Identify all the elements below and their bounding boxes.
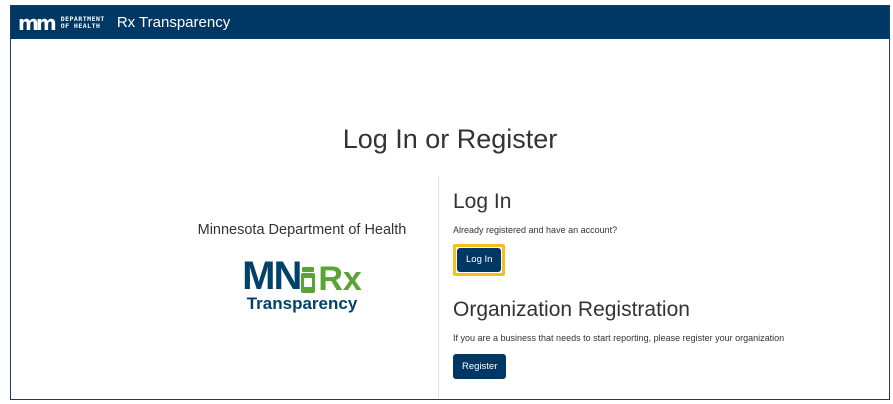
app-title[interactable]: Rx Transparency	[117, 14, 230, 31]
header-bar: m m DEPARTMENT OF HEALTH Rx Transparency	[11, 6, 889, 39]
register-button[interactable]: Register	[453, 354, 507, 379]
department-panel: Minnesota Department of Health MN Rx Tra…	[171, 222, 433, 314]
mn-rx-logo-top: MN Rx	[237, 256, 367, 296]
mn-rx-transparency-logo: MN Rx Transparency	[237, 256, 367, 314]
login-button-focus-ring: Log In	[453, 244, 506, 276]
registration-title: Organization Registration	[453, 298, 690, 321]
login-button[interactable]: Log In	[457, 248, 502, 272]
auth-panel: Log In Already registered and have an ac…	[453, 190, 883, 379]
mn-logo-mark-2: m	[35, 10, 57, 35]
login-section: Log In Already registered and have an ac…	[453, 190, 883, 276]
mn-rx-logo-rx: Rx	[318, 260, 362, 298]
login-description: Already registered and have an account?	[453, 225, 618, 235]
page-frame: m m DEPARTMENT OF HEALTH Rx Transparency…	[10, 5, 890, 400]
registration-section: Organization Registration If you are a b…	[453, 298, 883, 379]
login-title: Log In	[453, 190, 512, 213]
mdh-logo[interactable]: m m DEPARTMENT OF HEALTH	[18, 13, 105, 33]
pill-bottle-icon	[301, 267, 316, 293]
registration-description: If you are a business that needs to star…	[453, 333, 785, 343]
mn-logo-mark: m	[18, 10, 39, 35]
mdh-logo-line2: OF HEALTH	[60, 21, 101, 30]
department-name: Minnesota Department of Health	[197, 222, 407, 238]
column-divider	[438, 176, 439, 398]
mn-rx-logo-subtitle: Transparency	[246, 294, 358, 313]
page-title: Log In or Register	[342, 124, 558, 154]
mdh-logo-text: DEPARTMENT OF HEALTH	[60, 15, 105, 30]
mn-rx-logo-mn: MN	[242, 254, 302, 298]
